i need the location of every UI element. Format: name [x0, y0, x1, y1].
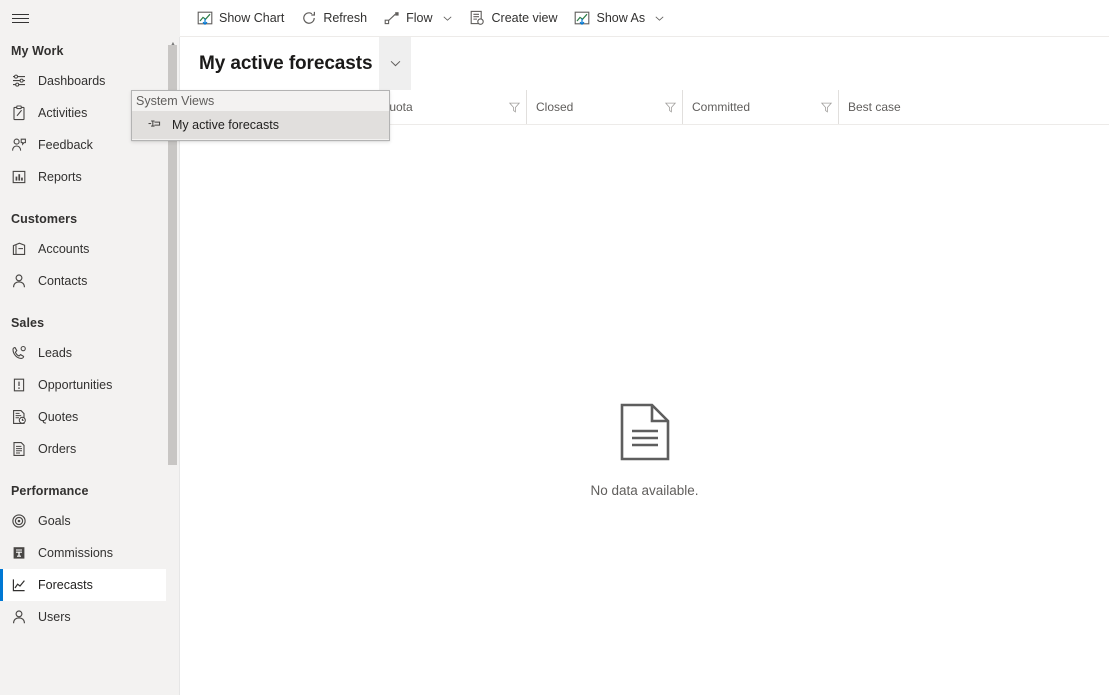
- grid-column-label: Best case: [848, 100, 901, 114]
- activities-icon: [11, 104, 33, 122]
- grid-column-header-quota[interactable]: Quota: [370, 90, 526, 124]
- sidebar-item-forecasts[interactable]: Forecasts: [0, 569, 166, 601]
- app-root: My Work Dashboards Activities Feedback Repor…: [0, 0, 1109, 695]
- orders-icon: [11, 440, 33, 458]
- command-flow-button[interactable]: Flow: [375, 0, 460, 36]
- sidebar-item-reports[interactable]: Reports: [0, 161, 166, 193]
- nav-group-title-sales: Sales: [11, 316, 45, 330]
- sidebar-item-label: Activities: [38, 106, 88, 120]
- sidebar-item-label: Opportunities: [38, 378, 113, 392]
- show-as-icon: [574, 10, 591, 27]
- sidebar-item-users[interactable]: Users: [0, 601, 166, 633]
- grid-empty-state: No data available.: [180, 125, 1109, 695]
- sidebar-item-label: Orders: [38, 442, 77, 456]
- sidebar-item-label: Reports: [38, 170, 82, 184]
- flyout-item-my-active-forecasts[interactable]: My active forecasts: [132, 111, 389, 139]
- command-show-as-button[interactable]: Show As: [566, 0, 674, 36]
- accounts-icon: [11, 240, 33, 258]
- command-label: Refresh: [323, 11, 368, 25]
- sidebar-item-label: Quotes: [38, 410, 79, 424]
- view-selector-flyout: System Views My active forecasts: [131, 90, 390, 141]
- sidebar-item-label: Commissions: [38, 546, 114, 560]
- grid-column-label: Quota: [380, 100, 413, 114]
- chevron-down-icon[interactable]: [654, 13, 665, 24]
- grid-column-header-best-case[interactable]: Best case: [838, 90, 998, 124]
- sidebar-item-quotes[interactable]: Quotes: [0, 401, 166, 433]
- sidebar-item-accounts[interactable]: Accounts: [0, 233, 166, 265]
- sitemap-header: [0, 0, 180, 37]
- command-label: Flow: [406, 11, 433, 25]
- create-view-icon: [469, 10, 486, 27]
- filter-icon[interactable]: [658, 101, 682, 114]
- hamburger-bar: [11, 14, 29, 15]
- command-show-chart-button[interactable]: Show Chart: [188, 0, 292, 36]
- pin-icon[interactable]: [144, 118, 164, 133]
- command-refresh-button[interactable]: Refresh: [292, 0, 375, 36]
- sidebar-item-label: Users: [38, 610, 71, 624]
- sidebar-item-label: Feedback: [38, 138, 93, 152]
- chevron-down-icon[interactable]: [442, 13, 453, 24]
- hamburger-bar: [11, 22, 29, 23]
- forecasts-icon: [11, 576, 33, 594]
- flow-icon: [383, 10, 400, 27]
- sidebar-item-label: Forecasts: [38, 578, 93, 592]
- grid-column-header-committed[interactable]: Committed: [682, 90, 838, 124]
- nav-group-spacer: [0, 465, 166, 477]
- sidebar-item-contacts[interactable]: Contacts: [0, 265, 166, 297]
- sidebar-item-opportunities[interactable]: Opportunities: [0, 369, 166, 401]
- sidebar-item-label: Leads: [38, 346, 73, 360]
- refresh-icon: [300, 10, 317, 27]
- command-label: Show As: [596, 11, 646, 25]
- grid-column-label: Closed: [536, 100, 574, 114]
- view-header: My active forecasts: [180, 37, 1109, 90]
- command-label: Show Chart: [219, 11, 285, 25]
- grid-column-header-closed[interactable]: Closed: [526, 90, 682, 124]
- dashboards-icon: [11, 72, 33, 90]
- sidebar-item-label: Contacts: [38, 274, 88, 288]
- nav-group-spacer: [0, 297, 166, 309]
- document-icon: [620, 403, 670, 466]
- nav-group-spacer: [0, 193, 166, 205]
- feedback-icon: [11, 136, 33, 154]
- sidebar-item-label: Goals: [38, 514, 71, 528]
- command-create-view-button[interactable]: Create view: [461, 0, 566, 36]
- hamburger-menu-icon[interactable]: [0, 0, 40, 37]
- command-bar: Show Chart Refresh Flow Create view Show As: [180, 0, 1109, 37]
- nav-group-title-my-work: My Work: [11, 44, 64, 58]
- sidebar-item-label: Dashboards: [38, 74, 106, 88]
- sidebar-item-orders[interactable]: Orders: [0, 433, 166, 465]
- nav-group-title-customers: Customers: [11, 212, 78, 226]
- view-selector-chevron-down-icon[interactable]: [379, 37, 412, 90]
- filter-icon[interactable]: [814, 101, 838, 114]
- command-label: Create view: [491, 11, 558, 25]
- sidebar-item-goals[interactable]: Goals: [0, 505, 166, 537]
- flyout-item-label: My active forecasts: [172, 118, 279, 132]
- nav-group-title-performance: Performance: [11, 484, 89, 498]
- show-chart-icon: [196, 10, 213, 27]
- filter-icon[interactable]: [502, 101, 526, 114]
- users-icon: [11, 608, 33, 626]
- page-title: My active forecasts: [199, 52, 373, 74]
- contacts-icon: [11, 272, 33, 290]
- grid-column-label: Committed: [692, 100, 751, 114]
- leads-icon: [11, 344, 33, 362]
- goals-icon: [11, 512, 33, 530]
- opportunities-icon: [11, 376, 33, 394]
- sidebar-item-label: Accounts: [38, 242, 90, 256]
- flyout-section-heading: System Views: [132, 91, 389, 111]
- reports-icon: [11, 168, 33, 186]
- hamburger-bar: [11, 18, 29, 19]
- sidebar-item-leads[interactable]: Leads: [0, 337, 166, 369]
- commissions-icon: [11, 544, 33, 562]
- sidebar-item-commissions[interactable]: Commissions: [0, 537, 166, 569]
- quotes-icon: [11, 408, 33, 426]
- empty-state-message: No data available.: [590, 483, 699, 498]
